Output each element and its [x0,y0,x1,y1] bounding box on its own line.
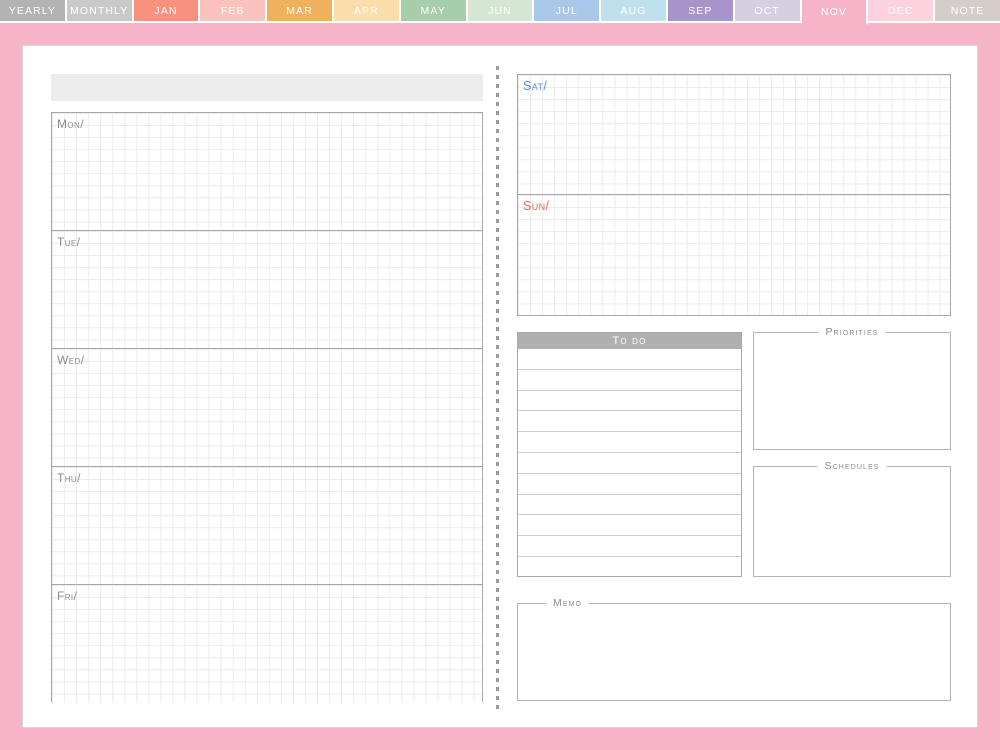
memo-panel[interactable]: Memo [517,597,951,701]
todo-panel: To do [517,332,742,577]
weekday-grid: Mon/Tue/Wed/Thu/Fri/ [51,112,483,703]
planner-page: YEARLY MONTHLY JAN FEB MAR APR MAY JUN JUL AUG SEP… [0,0,1000,750]
priorities-title: Priorities [818,326,886,338]
day-label: Wed/ [57,353,85,367]
todo-line[interactable] [518,349,741,370]
tab-dec[interactable]: DEC [868,0,936,23]
tab-yearly[interactable]: YEARLY [0,0,67,23]
day-row-mon[interactable]: Mon/ [52,113,482,231]
day-row-tue[interactable]: Tue/ [52,231,482,349]
column-divider [496,66,499,711]
tab-apr[interactable]: APR [333,0,401,23]
day-row-wed[interactable]: Wed/ [52,349,482,467]
month-tab-bar: YEARLY MONTHLY JAN FEB MAR APR MAY JUN JUL AUG SEP… [0,0,1000,25]
todo-line[interactable] [518,536,741,557]
tab-jan[interactable]: JAN [133,0,201,23]
schedules-title: Schedules [817,460,887,472]
tab-aug[interactable]: AUG [601,0,668,23]
tab-note[interactable]: NOTE [935,0,1000,23]
day-label: Thu/ [57,471,81,485]
todo-line[interactable] [518,391,741,412]
day-row-thu[interactable]: Thu/ [52,467,482,585]
day-label: Mon/ [57,117,84,131]
todo-line[interactable] [518,495,741,516]
todo-line[interactable] [518,557,741,578]
todo-line[interactable] [518,432,741,453]
tab-jun[interactable]: JUN [467,0,535,23]
day-label: Sat/ [523,79,548,93]
day-label: Sun/ [523,199,550,213]
tab-sep[interactable]: SEP [667,0,735,23]
todo-line-list [518,349,741,578]
priorities-panel[interactable]: Priorities [753,326,951,450]
tab-feb[interactable]: FEB [200,0,268,23]
todo-line[interactable] [518,453,741,474]
tab-oct[interactable]: OCT [734,0,802,23]
schedules-panel[interactable]: Schedules [753,460,951,577]
tab-monthly[interactable]: MONTHLY [66,0,134,23]
tab-nov[interactable]: NOV [801,0,869,25]
todo-line[interactable] [518,474,741,495]
todo-title: To do [518,333,741,349]
day-label: Tue/ [57,235,81,249]
tab-may[interactable]: MAY [400,0,468,23]
day-row-sat[interactable]: Sat/ [518,75,950,195]
week-header-bar[interactable] [51,74,483,101]
tab-jul[interactable]: JUL [534,0,602,23]
day-label: Fri/ [57,589,78,603]
todo-line[interactable] [518,370,741,391]
day-row-fri[interactable]: Fri/ [52,585,482,703]
todo-line[interactable] [518,411,741,433]
weekend-grid: Sat/Sun/ [517,74,951,316]
day-row-sun[interactable]: Sun/ [518,195,950,315]
tab-mar[interactable]: MAR [267,0,334,23]
memo-title: Memo [546,597,590,609]
planner-sheet: Mon/Tue/Wed/Thu/Fri/ Sat/Sun/ To do Prio… [22,45,978,728]
todo-line[interactable] [518,515,741,537]
